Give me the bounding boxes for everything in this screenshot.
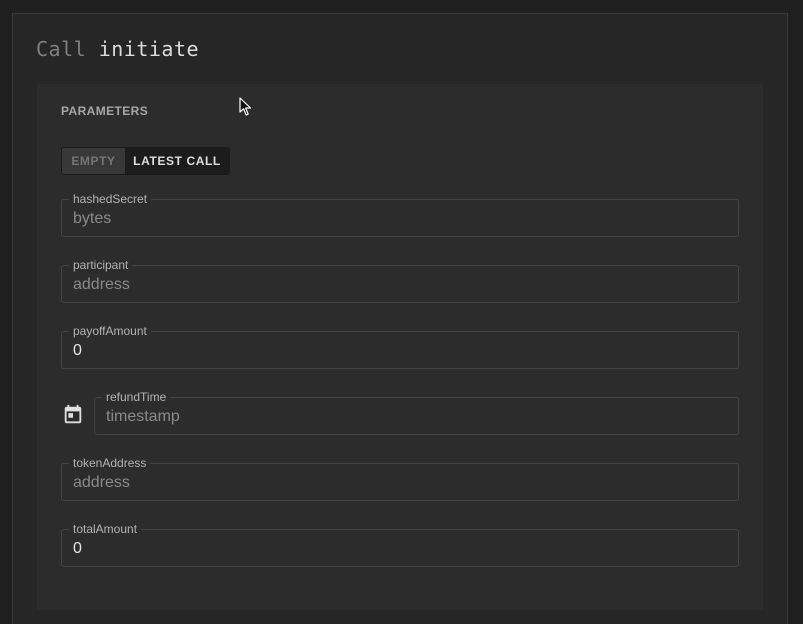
hashed-secret-field: hashedSecret: [61, 191, 739, 237]
payoff-amount-field: payoffAmount: [61, 323, 739, 369]
participant-label: participant: [69, 257, 133, 273]
latest-call-toggle-button[interactable]: LATEST CALL: [125, 148, 229, 174]
title-method: initiate: [98, 37, 200, 61]
refund-time-label: refundTime: [102, 389, 171, 405]
refund-time-input[interactable]: [106, 407, 666, 427]
total-amount-input[interactable]: [73, 539, 673, 559]
empty-toggle-button[interactable]: EMPTY: [62, 148, 125, 174]
refund-time-field: refundTime: [94, 389, 739, 435]
payoff-amount-label: payoffAmount: [69, 323, 151, 339]
prefill-toggle-group: EMPTY LATEST CALL: [61, 147, 230, 175]
total-amount-label: totalAmount: [69, 521, 142, 537]
parameters-heading: Parameters: [61, 104, 149, 118]
participant-input[interactable]: [73, 275, 673, 295]
token-address-label: tokenAddress: [69, 455, 151, 471]
mouse-cursor-icon: [239, 97, 253, 117]
calendar-icon[interactable]: [62, 404, 84, 426]
participant-field: participant: [61, 257, 739, 303]
hashed-secret-input[interactable]: [73, 209, 673, 229]
total-amount-field: totalAmount: [61, 521, 739, 567]
page-title: Call initiate: [36, 37, 199, 61]
payoff-amount-input[interactable]: [73, 341, 673, 361]
title-prefix: Call: [36, 37, 87, 61]
hashed-secret-label: hashedSecret: [69, 191, 152, 207]
token-address-input[interactable]: [73, 473, 673, 493]
token-address-field: tokenAddress: [61, 455, 739, 501]
